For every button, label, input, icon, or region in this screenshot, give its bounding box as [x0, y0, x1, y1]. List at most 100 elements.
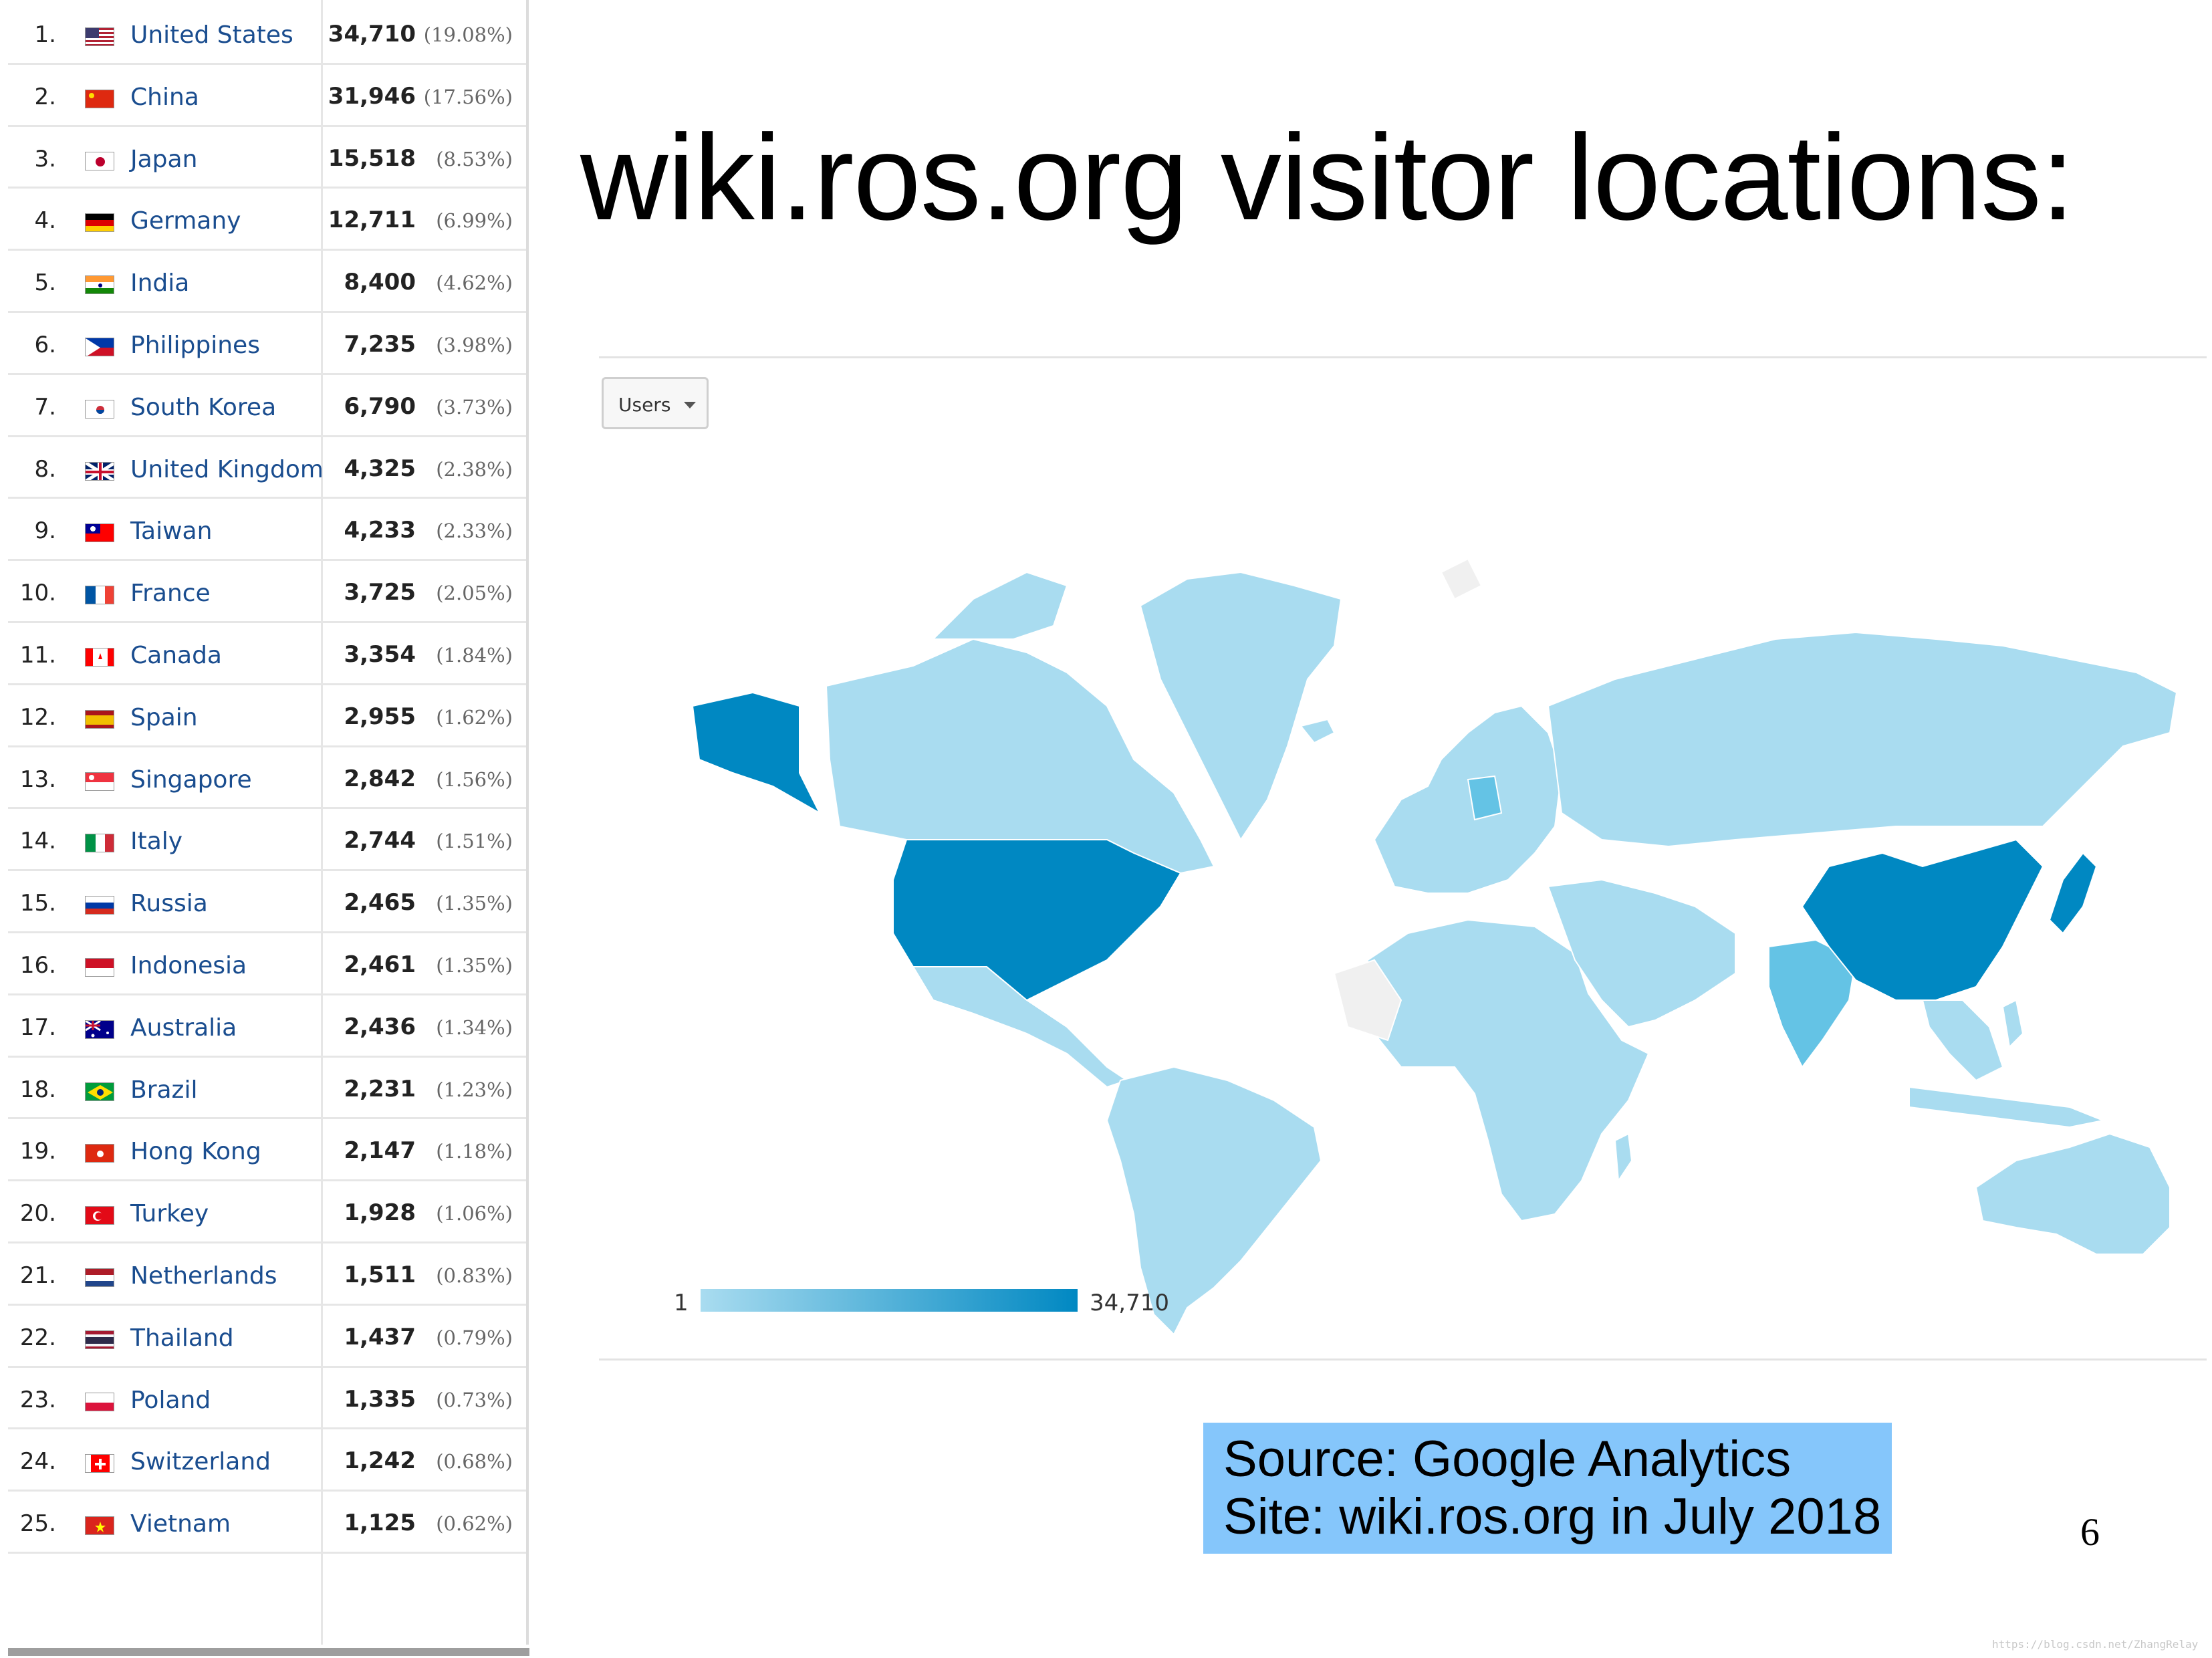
- users-count: 4,233: [344, 517, 416, 544]
- country-link[interactable]: Turkey: [130, 1200, 209, 1227]
- country-link[interactable]: Russia: [130, 890, 208, 917]
- table-row[interactable]: 24. Switzerland 1,242 (0.68%): [8, 1429, 526, 1492]
- users-percent: (4.62%): [436, 271, 513, 295]
- row-rank: 13.: [19, 765, 56, 793]
- fr-flag-icon: [85, 586, 114, 605]
- row-rank: 24.: [19, 1448, 56, 1475]
- country-link[interactable]: Australia: [130, 1014, 237, 1042]
- row-rank: 4.: [34, 207, 56, 235]
- table-row[interactable]: 19. Hong Kong 2,147 (1.18%): [8, 1119, 526, 1182]
- table-row[interactable]: 15. Russia 2,465 (1.35%): [8, 871, 526, 933]
- row-rank: 25.: [19, 1510, 56, 1538]
- ch-flag-icon: [85, 1454, 114, 1473]
- row-rank: 22.: [19, 1324, 56, 1351]
- table-scrollbar[interactable]: [8, 1648, 529, 1656]
- country-link[interactable]: Taiwan: [130, 517, 212, 545]
- table-row[interactable]: 5. India 8,400 (4.62%): [8, 251, 526, 313]
- table-row[interactable]: 6. Philippines 7,235 (3.98%): [8, 313, 526, 375]
- region-iceland: [1300, 718, 1336, 744]
- table-row[interactable]: 16. Indonesia 2,461 (1.35%): [8, 933, 526, 995]
- row-rank: 11.: [19, 642, 56, 669]
- country-link[interactable]: United States: [130, 21, 293, 49]
- table-row[interactable]: 13. Singapore 2,842 (1.56%): [8, 747, 526, 810]
- caret-down-icon: [684, 402, 696, 408]
- country-link[interactable]: India: [130, 269, 189, 297]
- table-row[interactable]: 2. China 31,946 (17.56%): [8, 65, 526, 127]
- table-row[interactable]: 22. Thailand 1,437 (0.79%): [8, 1306, 526, 1368]
- table-row[interactable]: 7. South Korea 6,790 (3.73%): [8, 375, 526, 437]
- table-row[interactable]: 4. Germany 12,711 (6.99%): [8, 189, 526, 251]
- region-philippines: [2001, 999, 2024, 1049]
- country-link[interactable]: China: [130, 84, 199, 111]
- table-row[interactable]: 18. Brazil 2,231 (1.23%): [8, 1058, 526, 1120]
- country-link[interactable]: Germany: [130, 207, 241, 235]
- users-percent: (2.05%): [436, 582, 513, 605]
- country-link[interactable]: Indonesia: [130, 952, 247, 979]
- country-table: 1. United States 34,710 (19.08%) 2. China 31,9…: [8, 0, 529, 1645]
- country-link[interactable]: Brazil: [130, 1076, 197, 1104]
- country-link[interactable]: Philippines: [130, 332, 260, 359]
- country-link[interactable]: Hong Kong: [130, 1138, 261, 1165]
- region-alaska: [691, 691, 822, 815]
- users-percent: (2.38%): [436, 457, 513, 481]
- users-count: 12,711: [328, 207, 416, 234]
- table-row[interactable]: 25. Vietnam 1,125 (0.62%): [8, 1492, 526, 1554]
- country-link[interactable]: Singapore: [130, 766, 252, 794]
- th-flag-icon: [85, 1330, 114, 1349]
- country-link[interactable]: France: [130, 580, 211, 607]
- table-row[interactable]: 11. Canada 3,354 (1.84%): [8, 623, 526, 685]
- row-rank: 19.: [19, 1138, 56, 1165]
- cn-flag-icon: [85, 89, 114, 108]
- row-rank: 10.: [19, 580, 56, 607]
- users-percent: (19.08%): [423, 23, 513, 46]
- table-row[interactable]: 10. France 3,725 (2.05%): [8, 561, 526, 623]
- users-percent: (17.56%): [423, 85, 513, 108]
- region-russia: [1547, 631, 2178, 848]
- table-row[interactable]: 9. Taiwan 4,233 (2.33%): [8, 499, 526, 562]
- table-row[interactable]: 8. United Kingdom 4,325 (2.38%): [8, 437, 526, 499]
- row-rank: 15.: [19, 890, 56, 917]
- country-link[interactable]: Vietnam: [130, 1510, 231, 1538]
- gb-flag-icon: [85, 461, 114, 481]
- world-map[interactable]: [599, 358, 2207, 1358]
- it-flag-icon: [85, 834, 114, 853]
- users-count: 15,518: [328, 144, 416, 172]
- row-rank: 21.: [19, 1262, 56, 1289]
- metric-dropdown[interactable]: Users: [602, 377, 709, 429]
- row-rank: 20.: [19, 1200, 56, 1227]
- country-link[interactable]: Switzerland: [130, 1448, 271, 1475]
- source-box: Source: Google Analytics Site: wiki.ros.…: [1203, 1423, 1892, 1554]
- country-link[interactable]: Japan: [130, 146, 197, 173]
- country-link[interactable]: Canada: [130, 642, 222, 669]
- table-row[interactable]: 17. Australia 2,436 (1.34%): [8, 995, 526, 1058]
- row-rank: 1.: [34, 21, 56, 48]
- table-row[interactable]: 12. Spain 2,955 (1.62%): [8, 685, 526, 747]
- country-link[interactable]: Spain: [130, 704, 198, 731]
- users-count: 2,744: [344, 827, 416, 854]
- users-percent: (1.18%): [436, 1140, 513, 1163]
- table-row[interactable]: 21. Netherlands 1,511 (0.83%): [8, 1244, 526, 1306]
- country-link[interactable]: United Kingdom: [130, 456, 324, 483]
- country-link[interactable]: Thailand: [130, 1324, 234, 1352]
- country-link[interactable]: Poland: [130, 1387, 211, 1414]
- watermark: https://blog.csdn.net/ZhangRelay: [1992, 1638, 2199, 1651]
- region-arctic-islands: [931, 571, 1068, 640]
- users-count: 2,436: [344, 1013, 416, 1040]
- country-link[interactable]: Netherlands: [130, 1262, 277, 1290]
- row-rank: 18.: [19, 1076, 56, 1103]
- table-row[interactable]: 14. Italy 2,744 (1.51%): [8, 809, 526, 872]
- region-southeast-asia: [1921, 999, 2004, 1082]
- users-count: 2,461: [344, 951, 416, 978]
- country-link[interactable]: South Korea: [130, 394, 276, 421]
- table-row[interactable]: 3. Japan 15,518 (8.53%): [8, 127, 526, 189]
- country-link[interactable]: Italy: [130, 828, 182, 855]
- users-count: 1,511: [344, 1262, 416, 1288]
- table-row[interactable]: 20. Turkey 1,928 (1.06%): [8, 1181, 526, 1244]
- id-flag-icon: [85, 958, 114, 977]
- au-flag-icon: [85, 1020, 114, 1039]
- row-rank: 23.: [19, 1386, 56, 1413]
- table-row[interactable]: 23. Poland 1,335 (0.73%): [8, 1368, 526, 1430]
- table-row[interactable]: 1. United States 34,710 (19.08%): [8, 3, 526, 65]
- users-percent: (1.51%): [436, 830, 513, 853]
- users-percent: (0.73%): [436, 1388, 513, 1411]
